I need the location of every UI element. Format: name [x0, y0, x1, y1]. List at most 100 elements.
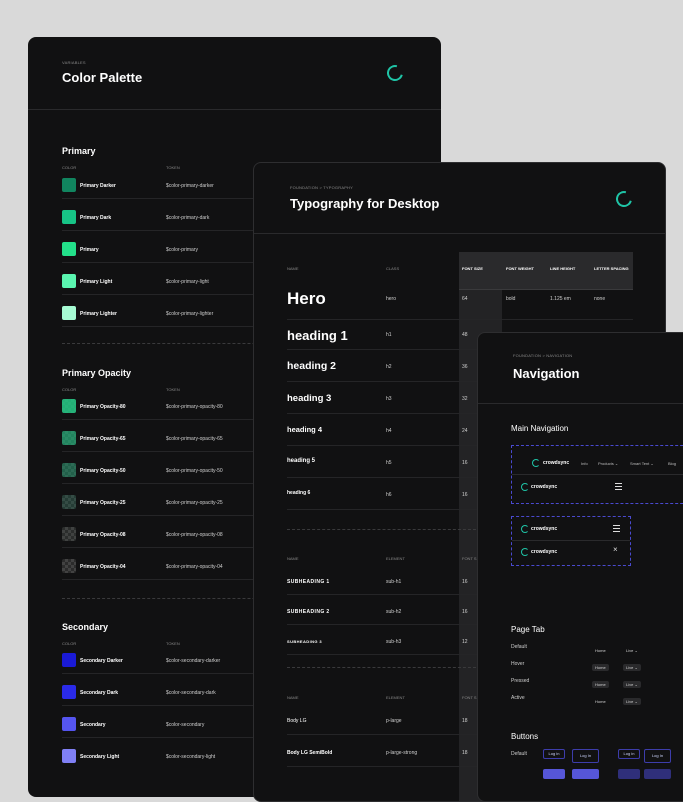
column-header-element: ELEMENT [386, 695, 405, 700]
color-swatch [62, 749, 76, 763]
hamburger-menu-icon[interactable] [613, 525, 620, 532]
column-header-token: TOKEN [166, 165, 180, 170]
filled-button[interactable] [572, 769, 599, 779]
type-sample-subheading: SUBHEADING 3 [287, 639, 323, 644]
tab-state-label: Default [511, 644, 527, 650]
brand-name[interactable]: crowdsync [531, 484, 557, 490]
type-element: p-large [386, 718, 402, 724]
type-font-size: 32 [462, 396, 468, 402]
color-name: Primary Opacity-65 [80, 436, 126, 442]
section-title-main-navigation: Main Navigation [511, 424, 569, 433]
type-sample-subheading: SUBHEADING 1 [287, 579, 330, 585]
color-token: $color-secondary-dark [166, 690, 216, 696]
type-element: sub-h1 [386, 579, 402, 585]
section-title-primary: Primary [62, 146, 96, 156]
type-font-size: 16 [462, 460, 468, 466]
divider [478, 403, 683, 404]
type-font-size: 64 [462, 296, 468, 302]
login-button-medium-alt[interactable]: Log In [644, 749, 671, 763]
brand-name[interactable]: crowdsync [531, 526, 557, 532]
tab-home[interactable]: Home [592, 681, 609, 688]
logo-icon [384, 62, 406, 84]
color-name: Primary Lighter [80, 311, 117, 317]
column-header-font-size: FONT S [462, 695, 477, 700]
divider [512, 474, 683, 475]
color-name: Primary Light [80, 279, 113, 285]
color-token: $color-primary-light [166, 279, 209, 285]
column-header-line-height: LINE HEIGHT [550, 266, 576, 271]
type-class: h1 [386, 332, 392, 338]
close-icon[interactable]: × [613, 546, 618, 554]
color-token: $color-primary-opacity-25 [166, 500, 223, 506]
tab-home[interactable]: Home [592, 698, 609, 705]
section-title-page-tab: Page Tab [511, 625, 545, 634]
color-swatch [62, 274, 76, 288]
breadcrumb: FOUNDATION > TYPOGRAPHY [290, 185, 354, 190]
tab-home[interactable]: Home [592, 647, 609, 654]
color-name: Primary Opacity-04 [80, 564, 126, 570]
filled-button[interactable] [543, 769, 565, 779]
brand-name[interactable]: crowdsync [543, 460, 569, 466]
column-header-class: CLASS [386, 266, 400, 271]
swatch-fill [62, 242, 76, 256]
swatch-fill [62, 717, 76, 731]
color-token: $color-primary-opacity-08 [166, 532, 223, 538]
color-swatch [62, 527, 76, 541]
type-line-height: 1.125 em [550, 296, 571, 302]
divider [459, 289, 633, 290]
color-swatch [62, 463, 76, 477]
color-token: $color-primary-lighter [166, 311, 214, 317]
color-name: Primary [80, 247, 99, 253]
column-header-color: COLOR [62, 165, 77, 170]
tab-live[interactable]: Live ⌄ [623, 698, 641, 705]
main-navigation-preview: crowdsync Info Products ⌄ Smart Tent ⌄ B… [511, 445, 683, 504]
swatch-fill [62, 495, 76, 509]
color-name: Primary Opacity-08 [80, 532, 126, 538]
divider [254, 233, 665, 234]
type-font-size: 18 [462, 718, 468, 724]
login-button-small-alt[interactable]: Log in [618, 749, 640, 759]
brand-name[interactable]: crowdsync [531, 549, 557, 555]
type-sample-heading: heading 3 [287, 393, 332, 404]
breadcrumb: VARIABLES [62, 60, 86, 65]
type-sample-heading: heading 6 [287, 490, 311, 496]
nav-link-smart-tent[interactable]: Smart Tent ⌄ [630, 461, 654, 466]
swatch-fill [62, 653, 76, 667]
column-header-font-weight: FONT WEIGHT [506, 266, 534, 271]
color-name: Secondary Dark [80, 690, 119, 696]
swatch-fill [62, 527, 76, 541]
color-swatch [62, 653, 76, 667]
filled-button[interactable] [618, 769, 640, 779]
type-class: h4 [386, 428, 392, 434]
color-token: $color-primary [166, 247, 198, 253]
column-header-token: TOKEN [166, 387, 180, 392]
login-button-medium[interactable]: Log In [572, 749, 599, 763]
color-token: $color-primary-opacity-04 [166, 564, 223, 570]
mobile-navigation-preview: crowdsync crowdsync × [511, 516, 631, 566]
type-sample-heading: heading 2 [287, 360, 337, 372]
hamburger-menu-icon[interactable] [615, 483, 622, 490]
swatch-fill [62, 749, 76, 763]
nav-link-blog[interactable]: Blog [668, 461, 676, 466]
filled-button[interactable] [644, 769, 671, 779]
tab-live[interactable]: Live ⌄ [623, 664, 641, 671]
nav-link-info[interactable]: Info [581, 461, 588, 466]
tab-live[interactable]: Live ⌄ [623, 647, 641, 654]
type-sample-hero: Hero [287, 289, 326, 308]
nav-link-products[interactable]: Products ⌄ [598, 461, 618, 466]
type-letter-spacing: none [594, 296, 606, 302]
type-class: h2 [386, 364, 392, 370]
type-class: h5 [386, 460, 392, 466]
type-font-size: 36 [462, 364, 468, 370]
page-title: Navigation [513, 366, 580, 381]
color-name: Primary Dark [80, 215, 112, 221]
column-header-color: COLOR [62, 641, 77, 646]
type-font-size: 16 [462, 492, 468, 498]
type-sample-body: Body LG [287, 718, 307, 724]
login-button-small[interactable]: Log in [543, 749, 565, 759]
tab-home[interactable]: Home [592, 664, 609, 671]
color-name: Primary Darker [80, 183, 116, 189]
page-title: Color Palette [62, 70, 143, 85]
tab-live[interactable]: Live ⌄ [623, 681, 641, 688]
crowdsync-logo-icon [521, 483, 529, 491]
